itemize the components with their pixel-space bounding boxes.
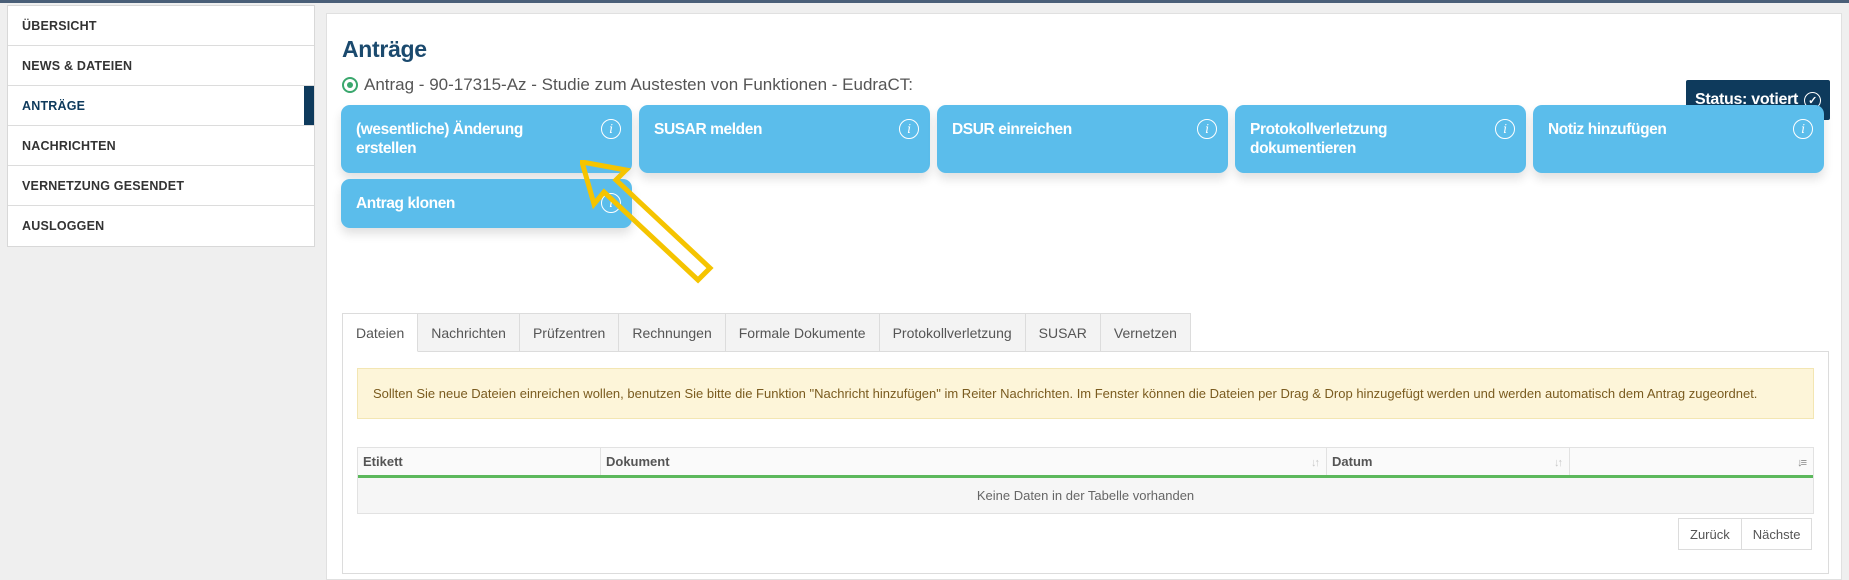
- column-header-label: Datum: [1332, 454, 1373, 469]
- table-header: Etikett Dokument ↓↑ Datum ↓↑ ↓≡: [358, 448, 1813, 478]
- column-header-label: Etikett: [363, 454, 403, 469]
- sidebar-nav: ÜBERSICHT NEWS & DATEIEN ANTRÄGE NACHRIC…: [7, 5, 315, 247]
- create-change-button[interactable]: (wesentliche) Änderung erstellen i: [341, 105, 632, 173]
- info-icon[interactable]: i: [601, 119, 621, 139]
- info-icon[interactable]: i: [601, 193, 621, 213]
- table-empty-message: Keine Daten in der Tabelle vorhanden: [976, 488, 1195, 503]
- pagination: Zurück Nächste: [1678, 518, 1813, 550]
- sort-icon: ↓↑: [1554, 457, 1563, 469]
- page-title: Anträge: [342, 36, 427, 62]
- sidebar-item-ausloggen[interactable]: AUSLOGGEN: [8, 206, 314, 246]
- column-header-label: Dokument: [606, 454, 670, 469]
- tab-susar[interactable]: SUSAR: [1025, 313, 1101, 352]
- sidebar-item-news-dateien[interactable]: NEWS & DATEIEN: [8, 46, 314, 86]
- sort-icon: ↓↑: [1311, 457, 1320, 469]
- info-alert-text: Sollten Sie neue Dateien einreichen woll…: [373, 386, 1758, 401]
- document-protocol-violation-label: Protokollverletzung dokumentieren: [1250, 121, 1388, 157]
- clone-application-button[interactable]: Antrag klonen i: [341, 179, 632, 228]
- pagination-next-button[interactable]: Nächste: [1741, 518, 1813, 550]
- sidebar-item-vernetzung-gesendet[interactable]: VERNETZUNG GESENDET: [8, 166, 314, 206]
- tab-rechnungen[interactable]: Rechnungen: [619, 313, 726, 352]
- column-header-dokument[interactable]: Dokument ↓↑: [601, 448, 1327, 475]
- radio-selected-icon: [342, 77, 358, 93]
- main-panel: Anträge Antrag - 90-17315-Az - Studie zu…: [326, 13, 1842, 580]
- application-subtitle: Antrag - 90-17315-Az - Studie zum Austes…: [342, 75, 913, 95]
- info-alert: Sollten Sie neue Dateien einreichen woll…: [357, 368, 1814, 419]
- sidebar-item-nachrichten[interactable]: NACHRICHTEN: [8, 126, 314, 166]
- files-table: Etikett Dokument ↓↑ Datum ↓↑ ↓≡ Keine Da…: [357, 447, 1814, 514]
- column-header-datum[interactable]: Datum ↓↑: [1327, 448, 1570, 475]
- add-note-label: Notiz hinzufügen: [1548, 121, 1667, 138]
- info-icon[interactable]: i: [1495, 119, 1515, 139]
- tab-nachrichten[interactable]: Nachrichten: [418, 313, 520, 352]
- top-bar: [0, 0, 1849, 3]
- tab-pruefzentren[interactable]: Prüfzentren: [519, 313, 620, 352]
- column-header-etikett[interactable]: Etikett: [358, 448, 601, 475]
- document-protocol-violation-button[interactable]: Protokollverletzung dokumentieren i: [1235, 105, 1526, 173]
- column-header-extra[interactable]: ↓≡: [1570, 448, 1813, 475]
- add-note-button[interactable]: Notiz hinzufügen i: [1533, 105, 1824, 173]
- tab-vernetzen[interactable]: Vernetzen: [1100, 313, 1191, 352]
- tab-panel-divider: [1117, 351, 1829, 352]
- table-empty-row: Keine Daten in der Tabelle vorhanden: [358, 478, 1813, 513]
- tab-bar: Dateien Nachrichten Prüfzentren Rechnung…: [342, 313, 1191, 352]
- pagination-previous-button[interactable]: Zurück: [1678, 518, 1742, 550]
- create-change-label: (wesentliche) Änderung erstellen: [356, 121, 523, 157]
- sidebar-item-uebersicht[interactable]: ÜBERSICHT: [8, 6, 314, 46]
- submit-dsur-label: DSUR einreichen: [952, 121, 1072, 138]
- tab-dateien[interactable]: Dateien: [342, 313, 419, 352]
- info-icon[interactable]: i: [1793, 119, 1813, 139]
- info-icon[interactable]: i: [899, 119, 919, 139]
- sidebar-item-antraege[interactable]: ANTRÄGE: [8, 86, 314, 126]
- report-susar-label: SUSAR melden: [654, 121, 763, 138]
- submit-dsur-button[interactable]: DSUR einreichen i: [937, 105, 1228, 173]
- application-subtitle-text: Antrag - 90-17315-Az - Studie zum Austes…: [364, 75, 914, 94]
- info-icon[interactable]: i: [1197, 119, 1217, 139]
- tab-protokollverletzung[interactable]: Protokollverletzung: [879, 313, 1026, 352]
- report-susar-button[interactable]: SUSAR melden i: [639, 105, 930, 173]
- sort-descending-icon: ↓≡: [1797, 457, 1807, 469]
- clone-application-label: Antrag klonen: [356, 195, 456, 212]
- tab-formale-dokumente[interactable]: Formale Dokumente: [725, 313, 880, 352]
